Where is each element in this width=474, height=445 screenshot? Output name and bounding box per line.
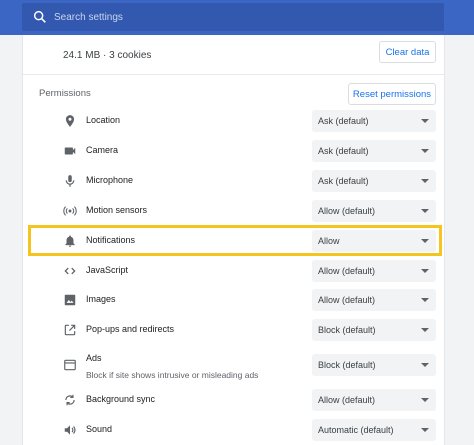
image-icon	[63, 293, 77, 307]
permission-row-ads: Ads Block if site shows intrusive or mis…	[23, 350, 444, 380]
permission-row-camera: Camera Ask (default)	[23, 136, 444, 166]
dropdown-arrow-icon	[421, 269, 429, 273]
permission-label: JavaScript	[86, 265, 129, 275]
search-icon	[33, 10, 46, 23]
select-value: Allow (default)	[318, 395, 376, 405]
javascript-select[interactable]: Allow (default)	[312, 260, 436, 282]
permission-label: Location	[86, 115, 121, 125]
speaker-icon	[63, 423, 77, 437]
dropdown-arrow-icon	[421, 149, 429, 153]
microphone-icon	[63, 174, 77, 188]
reset-permissions-button[interactable]: Reset permissions	[348, 83, 436, 105]
microphone-select[interactable]: Ask (default)	[312, 170, 436, 192]
ads-select[interactable]: Block (default)	[312, 354, 436, 376]
permission-row-background-sync: Background sync Allow (default)	[23, 385, 444, 415]
notifications-highlight-box	[28, 225, 442, 256]
motion-sensors-icon	[63, 204, 77, 218]
location-select[interactable]: Ask (default)	[312, 110, 436, 132]
permission-label: Images	[86, 294, 116, 304]
select-value: Block (default)	[318, 360, 376, 370]
dropdown-arrow-icon	[421, 398, 429, 402]
select-value: Allow (default)	[318, 206, 376, 216]
ads-icon	[63, 358, 77, 372]
select-value: Ask (default)	[318, 146, 369, 156]
camera-select[interactable]: Ask (default)	[312, 140, 436, 162]
permission-row-popups: Pop-ups and redirects Block (default)	[23, 315, 444, 345]
select-value: Automatic (default)	[318, 425, 394, 435]
select-value: Ask (default)	[318, 116, 369, 126]
permission-row-sound: Sound Automatic (default)	[23, 415, 444, 445]
code-icon	[63, 264, 77, 278]
permission-label: Camera	[86, 145, 119, 155]
dropdown-arrow-icon	[421, 119, 429, 123]
dropdown-arrow-icon	[421, 298, 429, 302]
permission-row-microphone: Microphone Ask (default)	[23, 166, 444, 196]
motion-sensors-select[interactable]: Allow (default)	[312, 200, 436, 222]
clear-data-button[interactable]: Clear data	[379, 41, 436, 63]
search-field[interactable]: Search settings	[22, 3, 444, 31]
permission-label: Microphone	[86, 175, 134, 185]
settings-header: Search settings	[0, 0, 474, 35]
permission-label: Sound	[86, 424, 113, 434]
sound-select[interactable]: Automatic (default)	[312, 419, 436, 441]
camera-icon	[63, 144, 77, 158]
location-pin-icon	[63, 114, 77, 128]
permission-sublabel: Block if site shows intrusive or mislead…	[86, 370, 259, 380]
select-value: Block (default)	[318, 325, 376, 335]
storage-usage-text: 24.1 MB · 3 cookies	[63, 50, 152, 61]
sync-icon	[63, 393, 77, 407]
images-select[interactable]: Allow (default)	[312, 289, 436, 311]
select-value: Allow (default)	[318, 266, 376, 276]
permission-row-motion-sensors: Motion sensors Allow (default)	[23, 196, 444, 226]
permission-row-location: Location Ask (default)	[23, 106, 444, 136]
permission-row-images: Images Allow (default)	[23, 285, 444, 315]
dropdown-arrow-icon	[421, 428, 429, 432]
popup-icon	[63, 323, 77, 337]
permission-label: Background sync	[86, 394, 156, 404]
dropdown-arrow-icon	[421, 328, 429, 332]
background-sync-select[interactable]: Allow (default)	[312, 389, 436, 411]
divider	[23, 74, 444, 75]
dropdown-arrow-icon	[421, 209, 429, 213]
permission-label: Motion sensors	[86, 205, 148, 215]
permissions-heading: Permissions	[39, 88, 91, 99]
search-placeholder: Search settings	[54, 11, 123, 23]
permission-label: Ads	[86, 353, 102, 363]
dropdown-arrow-icon	[421, 179, 429, 183]
select-value: Ask (default)	[318, 176, 369, 186]
dropdown-arrow-icon	[421, 363, 429, 367]
permission-row-javascript: JavaScript Allow (default)	[23, 256, 444, 286]
permission-label: Pop-ups and redirects	[86, 324, 175, 334]
popups-select[interactable]: Block (default)	[312, 319, 436, 341]
select-value: Allow (default)	[318, 295, 376, 305]
